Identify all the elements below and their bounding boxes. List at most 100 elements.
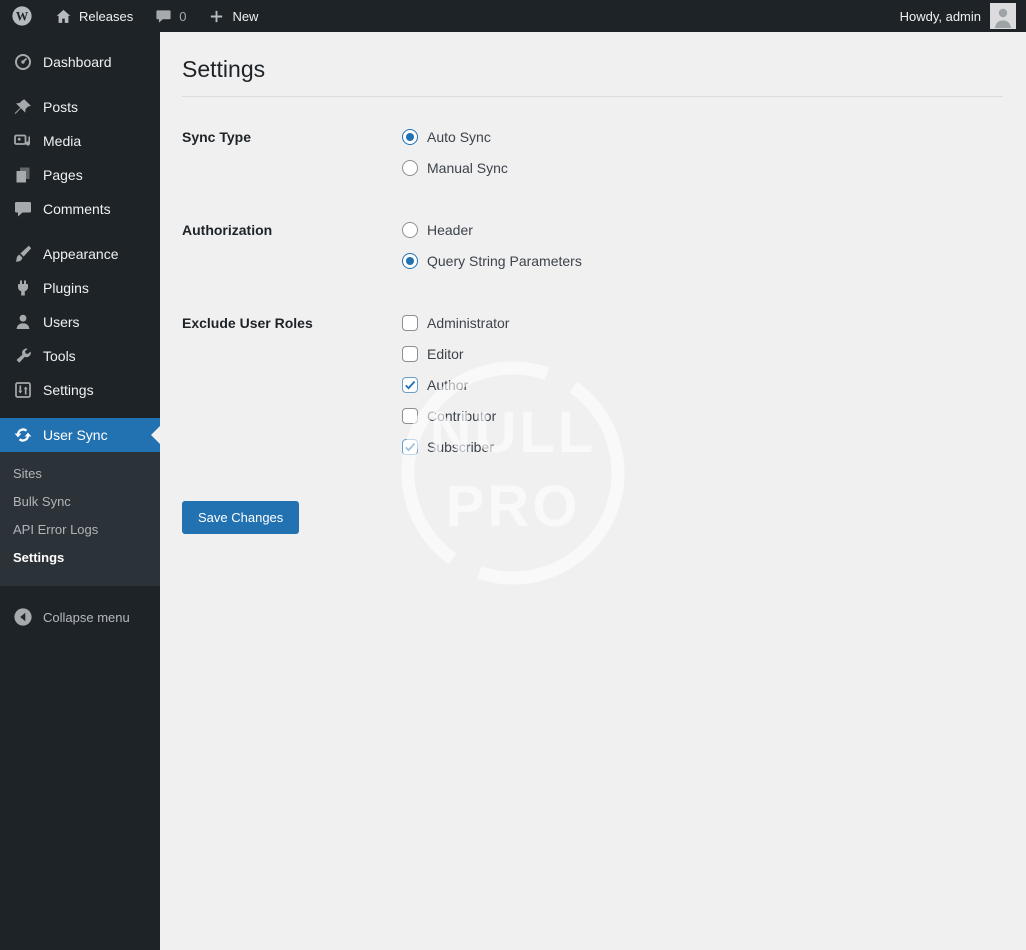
radio-option-query-string-parameters[interactable]: Query String Parameters [402,246,582,277]
comment-bubble-icon [155,8,172,25]
radio-option-manual-sync[interactable]: Manual Sync [402,153,508,184]
sidebar: Dashboard Posts Media Pages Comments Appearan… [0,32,160,950]
title-divider [182,95,1003,97]
sidebar-item-label: Comments [43,201,111,217]
appearance-icon [13,244,33,264]
checkbox-unchecked-icon[interactable] [402,346,418,363]
sidebar-item-comments[interactable]: Comments [0,192,160,226]
pages-icon [13,165,33,185]
sidebar-item-label: Media [43,133,82,149]
site-home-link[interactable]: Releases [44,0,144,32]
svg-text:W: W [16,9,29,23]
main-content: Settings Sync Type Auto Sync Manual Sync Au… [160,32,1026,950]
checkbox-checked-icon[interactable] [402,377,418,394]
user-sync-submenu: Sites Bulk Sync API Error Logs Settings [0,452,160,586]
sidebar-item-label: Users [43,314,80,330]
field-options: Header Query String Parameters [402,215,582,277]
dashboard-icon [13,52,33,72]
collapse-menu-button[interactable]: Collapse menu [0,600,160,634]
checkbox-option-contributor[interactable]: Contributor [402,401,509,432]
active-item-arrow [151,426,160,444]
sync-icon [13,425,33,445]
settings-icon [13,380,33,400]
field-label: Authorization [182,221,273,238]
sidebar-item-label: Posts [43,99,79,115]
checkbox-option-author[interactable]: Author [402,370,509,401]
option-label: Subscriber [427,439,494,456]
sidebar-item-label: Pages [43,167,83,183]
tools-icon [13,346,33,366]
page-title: Settings [182,56,266,82]
option-label: Author [427,377,469,394]
field-options: Administrator Editor Author Contributor Subs… [402,308,509,463]
sidebar-item-settings[interactable]: Settings [0,373,160,407]
radio-checked-icon[interactable] [402,253,418,270]
new-content-link[interactable]: New [197,0,269,32]
checkbox-unchecked-icon[interactable] [402,408,418,425]
option-label: Header [427,222,473,239]
submenu-item-sites[interactable]: Sites [0,460,160,488]
settings-form: Sync Type Auto Sync Manual Sync Authorizati… [182,122,1003,463]
sidebar-item-media[interactable]: Media [0,124,160,158]
sidebar-item-user-sync[interactable]: User Sync [0,418,160,452]
checkbox-unchecked-icon[interactable] [402,315,418,332]
sidebar-item-users[interactable]: Users [0,305,160,339]
radio-option-header[interactable]: Header [402,215,582,246]
comments-count: 0 [179,8,187,24]
form-row-sync-type: Sync Type Auto Sync Manual Sync [182,122,1003,184]
radio-checked-icon[interactable] [402,129,418,146]
sidebar-item-label: Settings [43,382,94,398]
field-label: Sync Type [182,128,251,145]
field-label: Exclude User Roles [182,314,313,331]
wordpress-logo-menu[interactable]: W [0,0,44,32]
plus-icon [208,8,225,25]
my-account-link[interactable]: Howdy, admin [890,0,1026,32]
howdy-text: Howdy, admin [899,8,981,24]
checkbox-option-editor[interactable]: Editor [402,339,509,370]
comments-link[interactable]: 0 [144,0,197,32]
field-options: Auto Sync Manual Sync [402,122,508,184]
sidebar-item-label: Tools [43,348,76,364]
submenu-item-settings[interactable]: Settings [0,544,160,572]
form-row-exclude-user-roles: Exclude User Roles Administrator Editor Aut… [182,308,1003,463]
option-label: Editor [427,346,464,363]
save-changes-button[interactable]: Save Changes [182,500,300,534]
wordpress-logo-icon: W [11,5,33,27]
submenu-item-api-error-logs[interactable]: API Error Logs [0,516,160,544]
checkbox-option-subscriber[interactable]: Subscriber [402,432,509,463]
sidebar-item-pages[interactable]: Pages [0,158,160,192]
option-label: Contributor [427,408,497,425]
sidebar-item-label: User Sync [43,427,108,443]
option-label: Manual Sync [427,160,508,177]
sidebar-item-label: Plugins [43,280,89,296]
radio-unchecked-icon[interactable] [402,160,418,177]
option-label: Administrator [427,315,510,332]
sidebar-item-plugins[interactable]: Plugins [0,271,160,305]
home-icon [55,8,72,25]
sidebar-item-tools[interactable]: Tools [0,339,160,373]
radio-option-auto-sync[interactable]: Auto Sync [402,122,508,153]
comments-icon [13,199,33,219]
sidebar-item-dashboard[interactable]: Dashboard [0,45,160,79]
option-label: Auto Sync [427,129,491,146]
sidebar-item-posts[interactable]: Posts [0,90,160,124]
sidebar-menu: Dashboard Posts Media Pages Comments Appearan… [0,32,160,586]
posts-icon [13,97,33,117]
plugins-icon [13,278,33,298]
collapse-arrow-icon [13,607,33,627]
collapse-menu-label: Collapse menu [43,609,130,625]
media-icon [13,131,33,151]
users-icon [13,312,33,332]
option-label: Query String Parameters [427,253,582,270]
form-row-authorization: Authorization Header Query String Paramete… [182,215,1003,277]
site-name: Releases [79,8,134,24]
sidebar-item-label: Dashboard [43,54,112,70]
checkbox-option-administrator[interactable]: Administrator [402,308,509,339]
radio-unchecked-icon[interactable] [402,222,418,239]
sidebar-item-appearance[interactable]: Appearance [0,237,160,271]
checkbox-checked-icon[interactable] [402,439,418,456]
admin-bar: W Releases 0 New Howdy, admin [0,0,1026,32]
submenu-item-bulk-sync[interactable]: Bulk Sync [0,488,160,516]
sidebar-item-label: Appearance [43,246,119,262]
new-label: New [232,8,259,24]
